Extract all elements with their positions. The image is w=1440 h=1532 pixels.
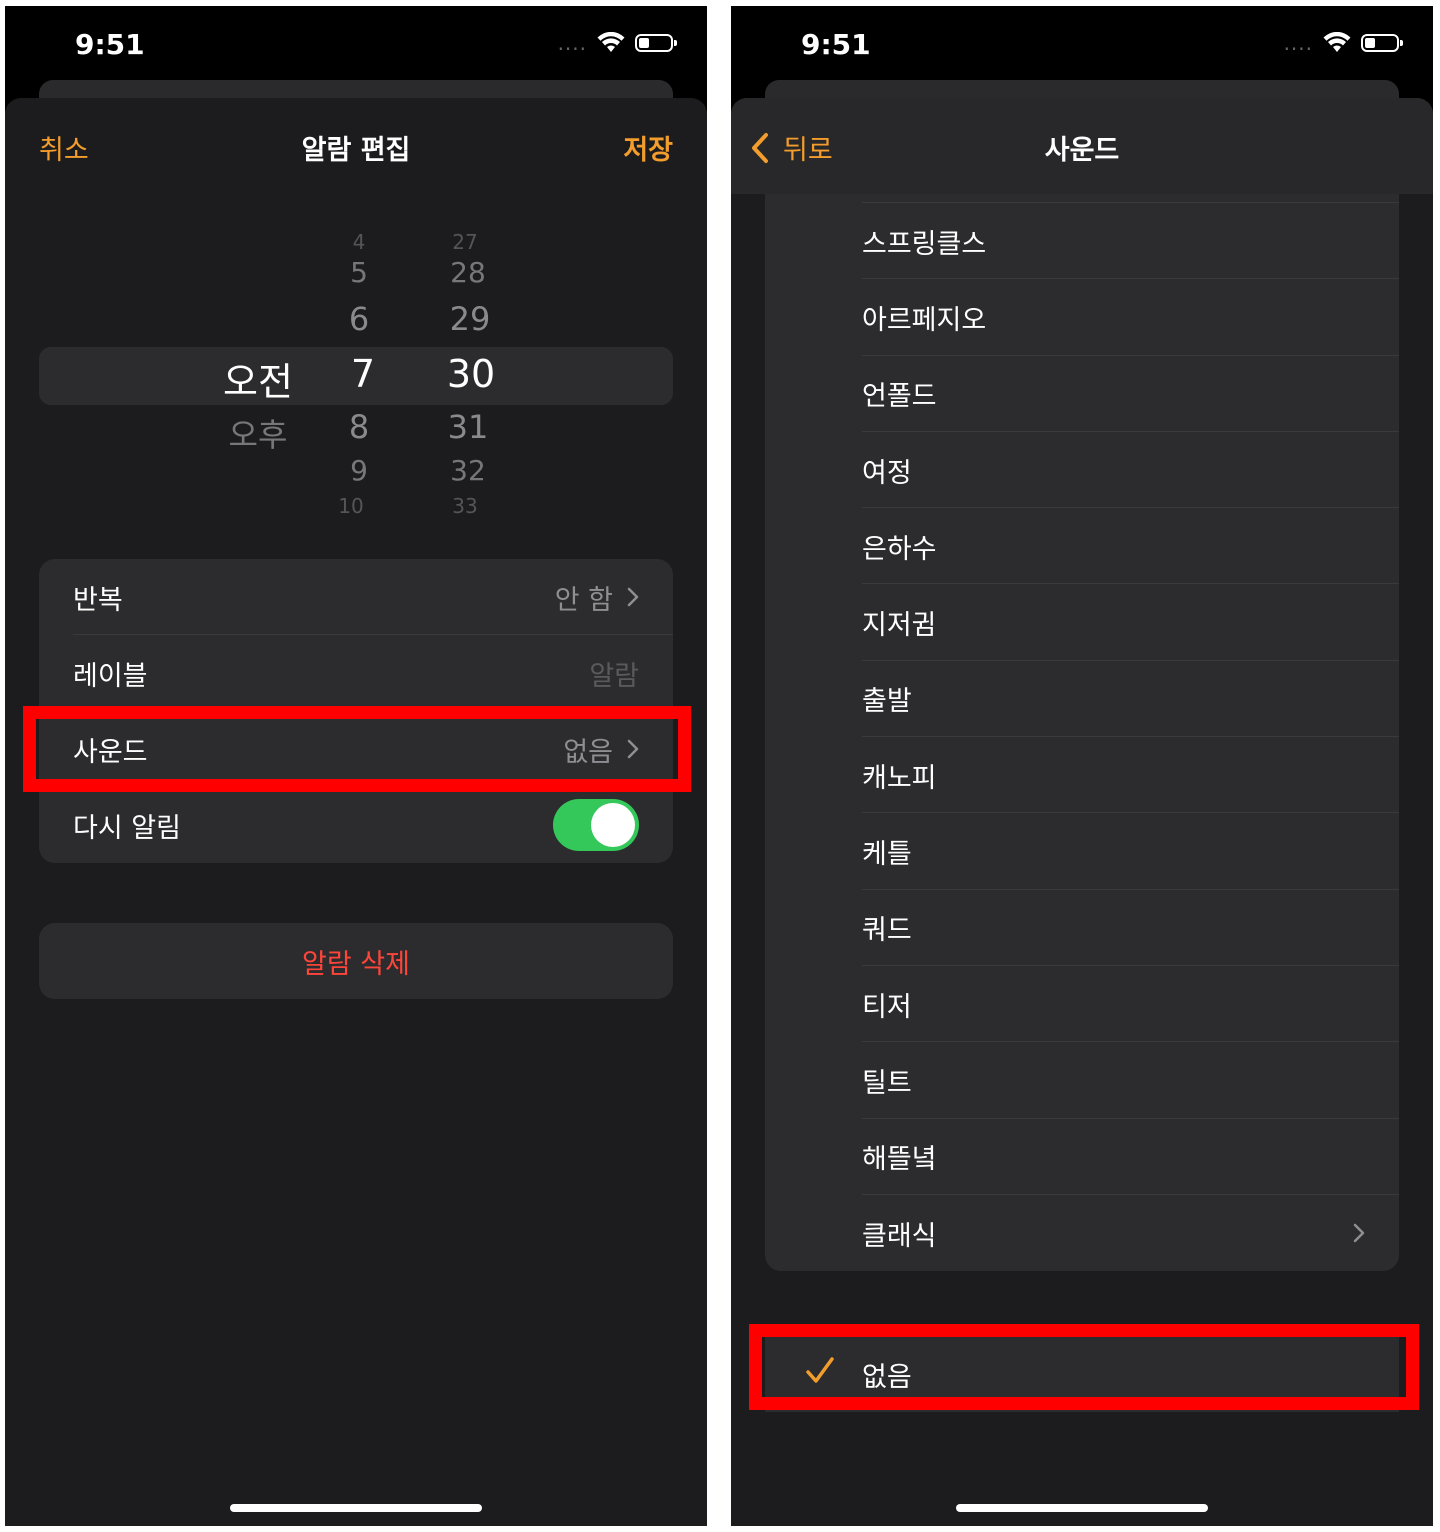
home-indicator[interactable] — [956, 1504, 1208, 1512]
alarm-settings-group: 반복 안 함 레이블 알람 사운드 없음 다시 알림 — [39, 559, 673, 863]
sound-name: 여정 — [862, 457, 912, 489]
picker-hour-selected[interactable]: 7 — [351, 352, 375, 396]
alarm-edit-screen: 9:51 .... 취소 알람 편집 저장 오전 오후 4 5 6 7 8 9 … — [5, 6, 707, 1526]
list-item-classic[interactable]: 클래식 — [765, 1195, 1399, 1271]
sheet: 취소 알람 편집 저장 오전 오후 4 5 6 7 8 9 10 27 28 2… — [5, 98, 707, 1526]
picker-minute-selected[interactable]: 30 — [447, 352, 495, 396]
label-value[interactable]: 알람 — [589, 654, 639, 693]
list-item[interactable]: 캐노피 — [765, 737, 1399, 814]
page-title: 알람 편집 — [301, 135, 411, 166]
status-time: 9:51 — [75, 28, 145, 61]
sound-name: 스프링클스 — [862, 228, 987, 260]
repeat-row[interactable]: 반복 안 함 — [39, 559, 673, 635]
chevron-right-icon — [627, 739, 639, 759]
time-picker[interactable]: 오전 오후 4 5 6 7 8 9 10 27 28 29 30 31 32 3… — [39, 218, 673, 538]
picker-ampm-selected[interactable]: 오전 — [223, 351, 293, 406]
signal-icon: .... — [557, 31, 587, 55]
snooze-row: 다시 알림 — [39, 787, 673, 863]
wifi-icon — [1323, 32, 1351, 52]
snooze-label: 다시 알림 — [73, 812, 181, 844]
home-indicator[interactable] — [230, 1504, 482, 1512]
wifi-icon — [597, 32, 625, 52]
none-label: 없음 — [862, 1361, 912, 1393]
list-item[interactable]: 해뜰녘 — [765, 1119, 1399, 1196]
picker-minute-item[interactable]: 27 — [452, 230, 477, 254]
sound-name: 캐노피 — [862, 762, 937, 794]
chevron-right-icon — [627, 587, 639, 607]
list-item[interactable]: 스프링클스 — [765, 203, 1399, 280]
list-item[interactable]: 틸트 — [765, 1042, 1399, 1119]
sound-name: 지저귐 — [862, 610, 937, 642]
sound-name: 출발 — [862, 686, 912, 718]
checkmark-icon — [806, 1357, 834, 1383]
picker-hour-item[interactable]: 4 — [353, 230, 366, 254]
picker-hour-item[interactable]: 10 — [338, 494, 363, 518]
label-row[interactable]: 레이블 알람 — [39, 635, 673, 711]
signal-icon: .... — [1283, 31, 1313, 55]
chevron-right-icon — [1353, 1223, 1365, 1243]
picker-hour-item[interactable]: 5 — [350, 256, 368, 289]
battery-icon — [635, 34, 677, 52]
list-top-divider — [862, 194, 1399, 203]
list-item[interactable]: 언폴드 — [765, 356, 1399, 433]
sound-name: 은하수 — [862, 533, 937, 565]
none-sound-option[interactable]: 없음 — [765, 1336, 1399, 1412]
list-item[interactable]: 티저 — [765, 966, 1399, 1043]
repeat-label: 반복 — [73, 584, 123, 616]
picker-hour-item[interactable]: 9 — [350, 454, 368, 487]
sound-name: 아르페지오 — [862, 304, 987, 336]
sound-name: 케틀 — [862, 839, 912, 871]
sound-name: 틸트 — [862, 1067, 912, 1099]
toggle-knob — [591, 803, 635, 847]
delete-alarm-button[interactable]: 알람 삭제 — [39, 923, 673, 999]
status-icons: .... — [557, 31, 677, 55]
sheet: 뒤로 사운드 스프링클스 아르페지오 언폴드 여정 은하수 지저귐 출발 캐노피… — [731, 98, 1433, 1526]
snooze-toggle[interactable] — [553, 799, 639, 851]
label-label: 레이블 — [73, 660, 148, 692]
list-item[interactable]: 쿼드 — [765, 890, 1399, 967]
status-icons: .... — [1283, 31, 1403, 55]
picker-hour-item[interactable]: 6 — [349, 300, 369, 338]
sound-list: 스프링클스 아르페지오 언폴드 여정 은하수 지저귐 출발 캐노피 케틀 쿼드 … — [765, 194, 1399, 1272]
sound-picker-screen: 9:51 .... 뒤로 사운드 스프링클스 아르페지오 언폴드 여정 은하수 … — [731, 6, 1433, 1526]
list-item[interactable]: 케틀 — [765, 813, 1399, 890]
status-time: 9:51 — [801, 28, 871, 61]
sound-name: 클래식 — [862, 1220, 937, 1252]
picker-minute-item[interactable]: 32 — [450, 454, 486, 487]
picker-minute-item[interactable]: 31 — [448, 408, 489, 446]
list-item[interactable]: 지저귐 — [765, 584, 1399, 662]
sound-name: 쿼드 — [862, 915, 912, 947]
list-item[interactable]: 출발 — [765, 661, 1399, 738]
picker-ampm-item[interactable]: 오후 — [229, 410, 288, 456]
picker-minute-item[interactable]: 33 — [452, 494, 477, 518]
sound-name: 언폴드 — [862, 381, 937, 413]
list-item[interactable]: 여정 — [765, 432, 1399, 509]
picker-hour-item[interactable]: 8 — [349, 408, 369, 446]
list-item[interactable]: 아르페지오 — [765, 279, 1399, 356]
sound-row[interactable]: 사운드 없음 — [39, 711, 673, 787]
picker-minute-item[interactable]: 28 — [450, 256, 486, 289]
sound-value: 없음 — [563, 736, 613, 768]
save-button[interactable]: 저장 — [623, 128, 673, 167]
page-title: 사운드 — [1044, 135, 1120, 166]
sound-label: 사운드 — [73, 736, 148, 768]
list-item[interactable]: 은하수 — [765, 508, 1399, 585]
sound-name: 티저 — [862, 991, 912, 1023]
battery-icon — [1361, 34, 1403, 52]
picker-minute-item[interactable]: 29 — [450, 300, 491, 338]
repeat-value: 안 함 — [554, 584, 613, 616]
navigation-bar: 뒤로 사운드 — [731, 98, 1433, 194]
sound-name: 해뜰녘 — [862, 1144, 937, 1176]
